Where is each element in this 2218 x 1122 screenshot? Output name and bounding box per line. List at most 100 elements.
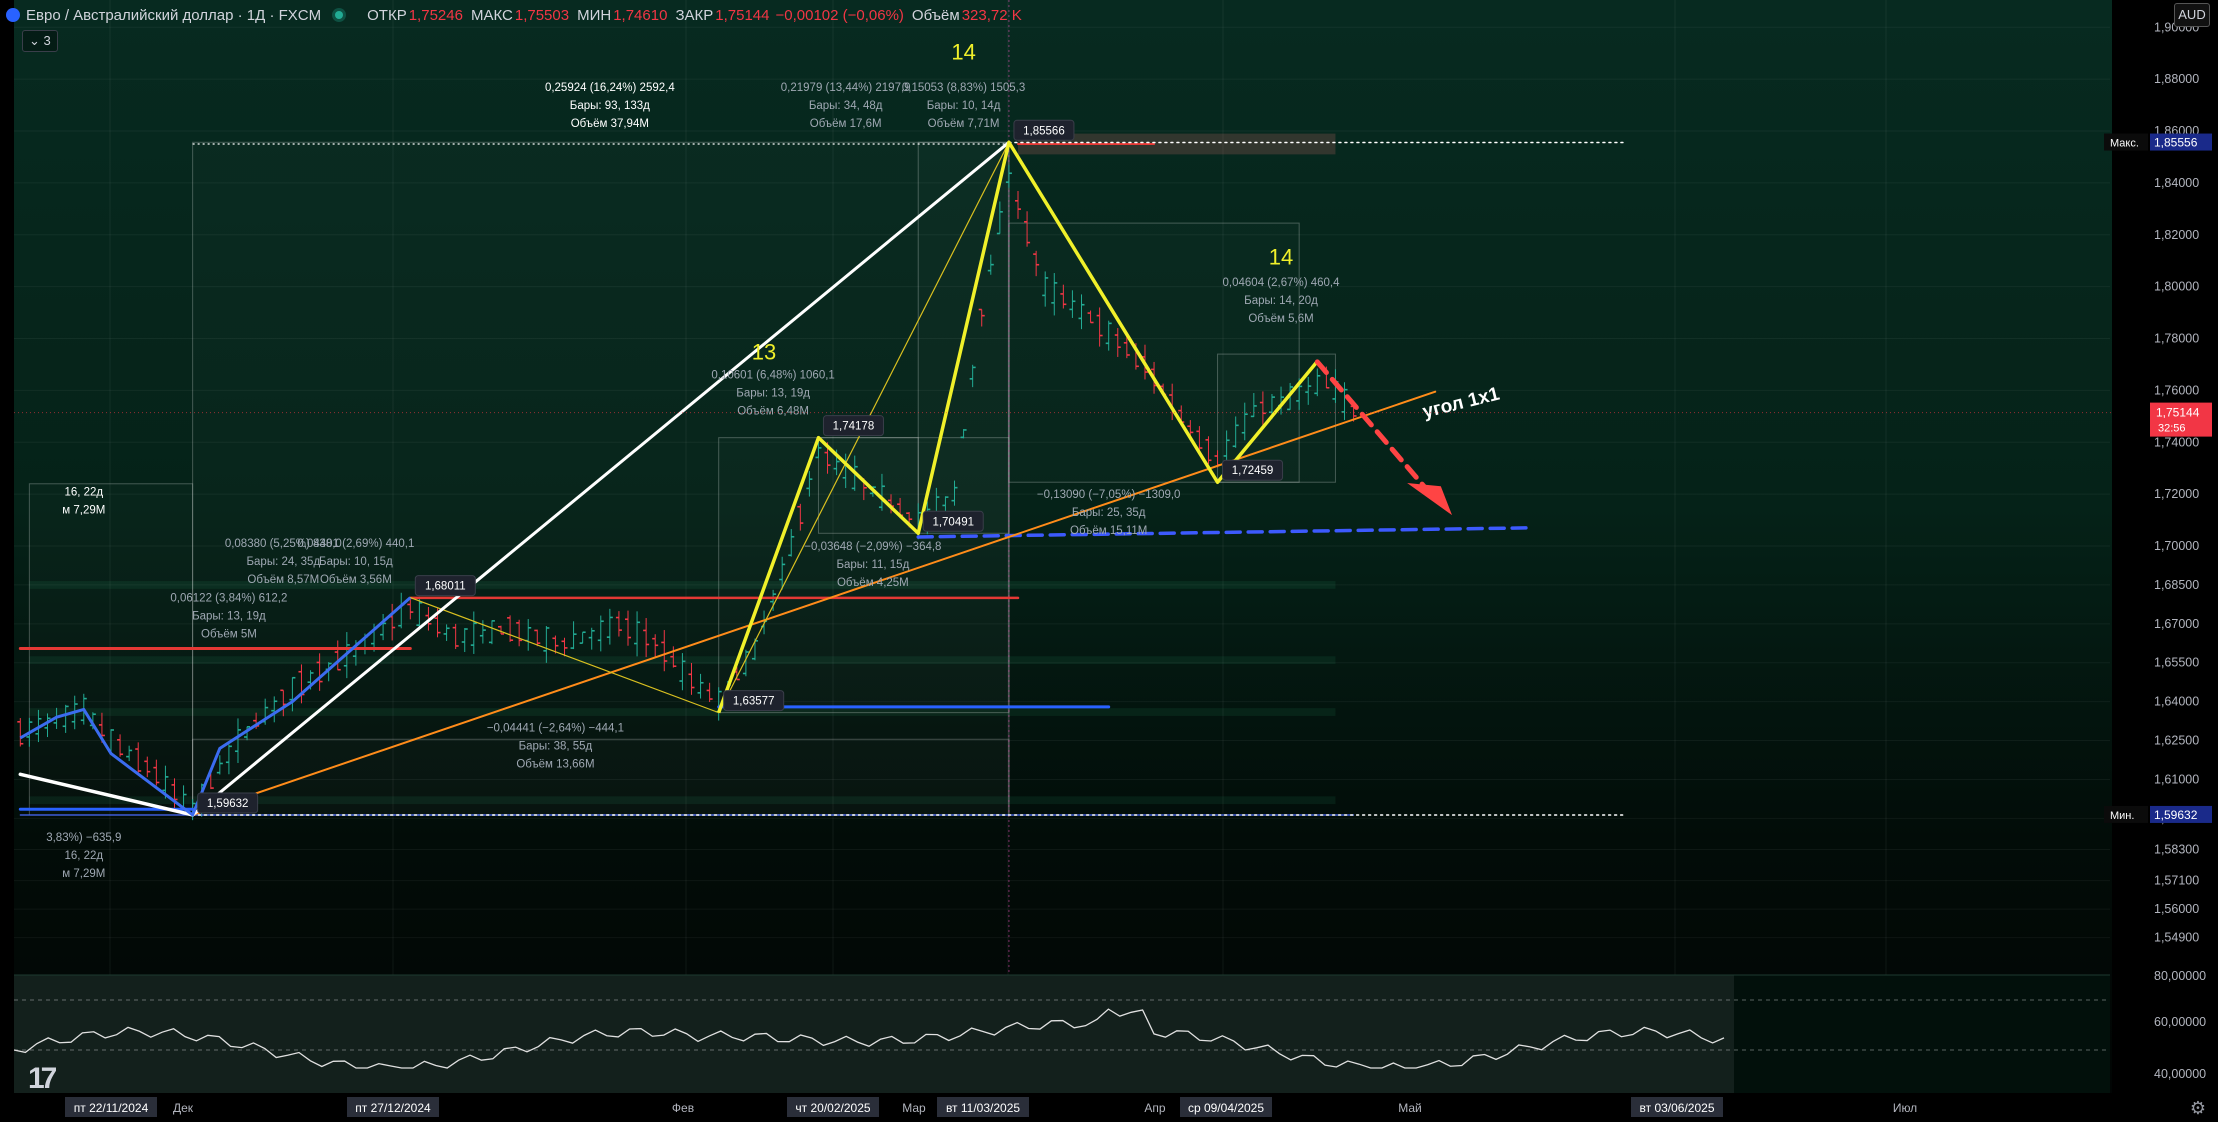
price-tick: 1,72000	[2154, 487, 2199, 501]
time-axis-bg	[0, 1093, 2112, 1122]
volume-value: 323,72 K	[961, 6, 1022, 24]
time-label: вт 11/03/2025	[946, 1101, 1020, 1115]
volume-label: Объём	[911, 6, 960, 24]
pivot-label-text: 1,59632	[207, 798, 249, 810]
price-tick: 1,58300	[2154, 842, 2199, 856]
measure-text: Объём 3,56M	[320, 574, 392, 586]
min-tag-label: Мин.	[2110, 810, 2134, 822]
measure-text: Бары: 11, 15д	[836, 559, 909, 571]
time-label: пт 27/12/2024	[355, 1101, 431, 1115]
market-status-icon	[335, 11, 344, 19]
price-tick: 1,54900	[2154, 931, 2199, 945]
oscillator-band	[14, 975, 1734, 1093]
price-tick: 1,82000	[2154, 228, 2199, 242]
range-box	[192, 738, 1010, 816]
indicators-toggle[interactable]: ⌄ 3	[22, 30, 58, 52]
close-value: 1,75144	[715, 6, 770, 24]
measure-text: Бары: 34, 48д	[809, 100, 883, 112]
low-label: МИН	[577, 6, 612, 24]
measure-text: Объём 7,71M	[928, 118, 1000, 130]
measure-text: −0,13090 (−7,05%) −1309,0	[1037, 489, 1181, 501]
chevron-down-icon: ⌄	[29, 33, 44, 48]
time-label: Мар	[902, 1101, 926, 1115]
price-countdown: 32:56	[2158, 423, 2186, 435]
pivot-label-text: 1,72459	[1232, 465, 1274, 477]
measure-text: Бары: 10, 15д	[319, 556, 393, 568]
measure-text: 3,83%) −635,9	[46, 832, 121, 844]
osc-tick: 60,00000	[2154, 1015, 2206, 1029]
measure-text: Бары: 25, 35д	[1072, 507, 1146, 519]
measure-text: Бары: 24, 35д	[246, 556, 320, 568]
price-tick: 1,74000	[2154, 435, 2199, 449]
low-value: 1,74610	[613, 6, 668, 24]
measure-text: 0,15053 (8,83%) 1505,3	[902, 82, 1025, 94]
price-tick: 1,70000	[2154, 539, 2199, 553]
time-label: вт 03/06/2025	[1640, 1101, 1715, 1115]
pivot-label-text: 1,68011	[425, 581, 466, 593]
wave-number: 13	[752, 339, 776, 364]
time-label: Май	[1398, 1101, 1422, 1115]
measure-text: 0,04604 (2,67%) 460,4	[1223, 277, 1341, 289]
price-tick: 1,61000	[2154, 772, 2199, 786]
price-tick: 1,57100	[2154, 874, 2199, 888]
price-tick: 1,76000	[2154, 383, 2199, 397]
measure-text: Объём 17,6M	[810, 118, 882, 130]
measure-text: Объём 4,25M	[837, 577, 909, 589]
measure-text: Объём 37,94M	[571, 118, 649, 130]
open-label: ОТКР	[367, 6, 407, 24]
max-tag-value: 1,85556	[2154, 136, 2198, 150]
osc-tick: 40,00000	[2154, 1067, 2206, 1081]
measure-text: Объём 6,48M	[737, 406, 809, 418]
measure-text: Бары: 13, 19д	[736, 388, 810, 400]
pivot-label: 1,70491	[922, 510, 984, 532]
pivot-label: 1,68011	[414, 575, 476, 597]
currency-button[interactable]: AUD	[2174, 3, 2210, 27]
price-tick: 1,78000	[2154, 332, 2199, 346]
price-tick: 1,65500	[2154, 656, 2199, 670]
measure-text: Объём 15,11M	[1070, 525, 1147, 537]
measure-text: 16, 22д	[64, 850, 103, 862]
measure-text: м 7,29M	[62, 504, 105, 516]
measure-text: Бары: 10, 14д	[927, 100, 1001, 112]
pivot-label: 1,74178	[822, 415, 884, 437]
price-tick: 1,56000	[2154, 902, 2199, 916]
wave-number: 14	[951, 39, 975, 64]
measure-text: Объём 5,6M	[1248, 313, 1313, 325]
measure-text: Объём 13,66M	[516, 758, 594, 770]
measure-text: 0,25924 (16,24%) 2592,4	[545, 82, 675, 94]
high-value: 1,75503	[514, 6, 570, 24]
price-tick: 1,67000	[2154, 617, 2199, 631]
measure-text: Бары: 38, 55д	[519, 740, 593, 752]
oscillator-pane	[13, 974, 2110, 1093]
time-label: Июл	[1893, 1101, 1917, 1115]
wave-number: 14	[1269, 245, 1293, 270]
gear-icon[interactable]: ⚙	[2190, 1098, 2206, 1119]
symbol-title[interactable]: Евро / Австралийский доллар · 1Д · FXCM	[26, 7, 321, 24]
price-chart[interactable]: 1,59632 1,68011 1,63577 1,74178 1,70491 1,855…	[0, 0, 2218, 1122]
pivot-label-text: 1,63577	[733, 696, 775, 708]
indicator-count: 3	[43, 33, 51, 48]
current-price-value: 1,75144	[2156, 406, 2200, 420]
time-label: Фев	[672, 1101, 694, 1115]
open-value: 1,75246	[408, 6, 463, 24]
measure-text: Бары: 93, 133д	[570, 100, 650, 112]
measure-text: Объём 8,57M	[247, 574, 319, 586]
measure-text: Бары: 13, 19д	[192, 611, 266, 623]
pivot-label: 1,59632	[197, 792, 259, 814]
price-tick: 1,84000	[2154, 176, 2199, 190]
pivot-label: 1,63577	[723, 690, 785, 712]
price-tick: 1,68500	[2154, 578, 2199, 592]
measure-text: 0,06122 (3,84%) 612,2	[170, 593, 287, 605]
measure-text: м 7,29M	[62, 868, 105, 880]
pivot-label-text: 1,70491	[932, 516, 974, 528]
time-label: ср 09/04/2025	[1188, 1101, 1264, 1115]
measure-text: 0,10601 (6,48%) 1060,1	[711, 370, 834, 382]
measure-text: 0,21979 (13,44%) 2197,9	[781, 82, 911, 94]
left-strip	[0, 0, 14, 1122]
price-tick: 1,62500	[2154, 734, 2199, 748]
measure-text: 0,04401 (2,69%) 440,1	[297, 538, 414, 550]
price-tick: 1,64000	[2154, 695, 2199, 709]
tradingview-logo-icon: 17	[28, 1062, 57, 1095]
high-label: МАКС	[470, 6, 513, 24]
max-tag-label: Макс.	[2110, 138, 2139, 150]
